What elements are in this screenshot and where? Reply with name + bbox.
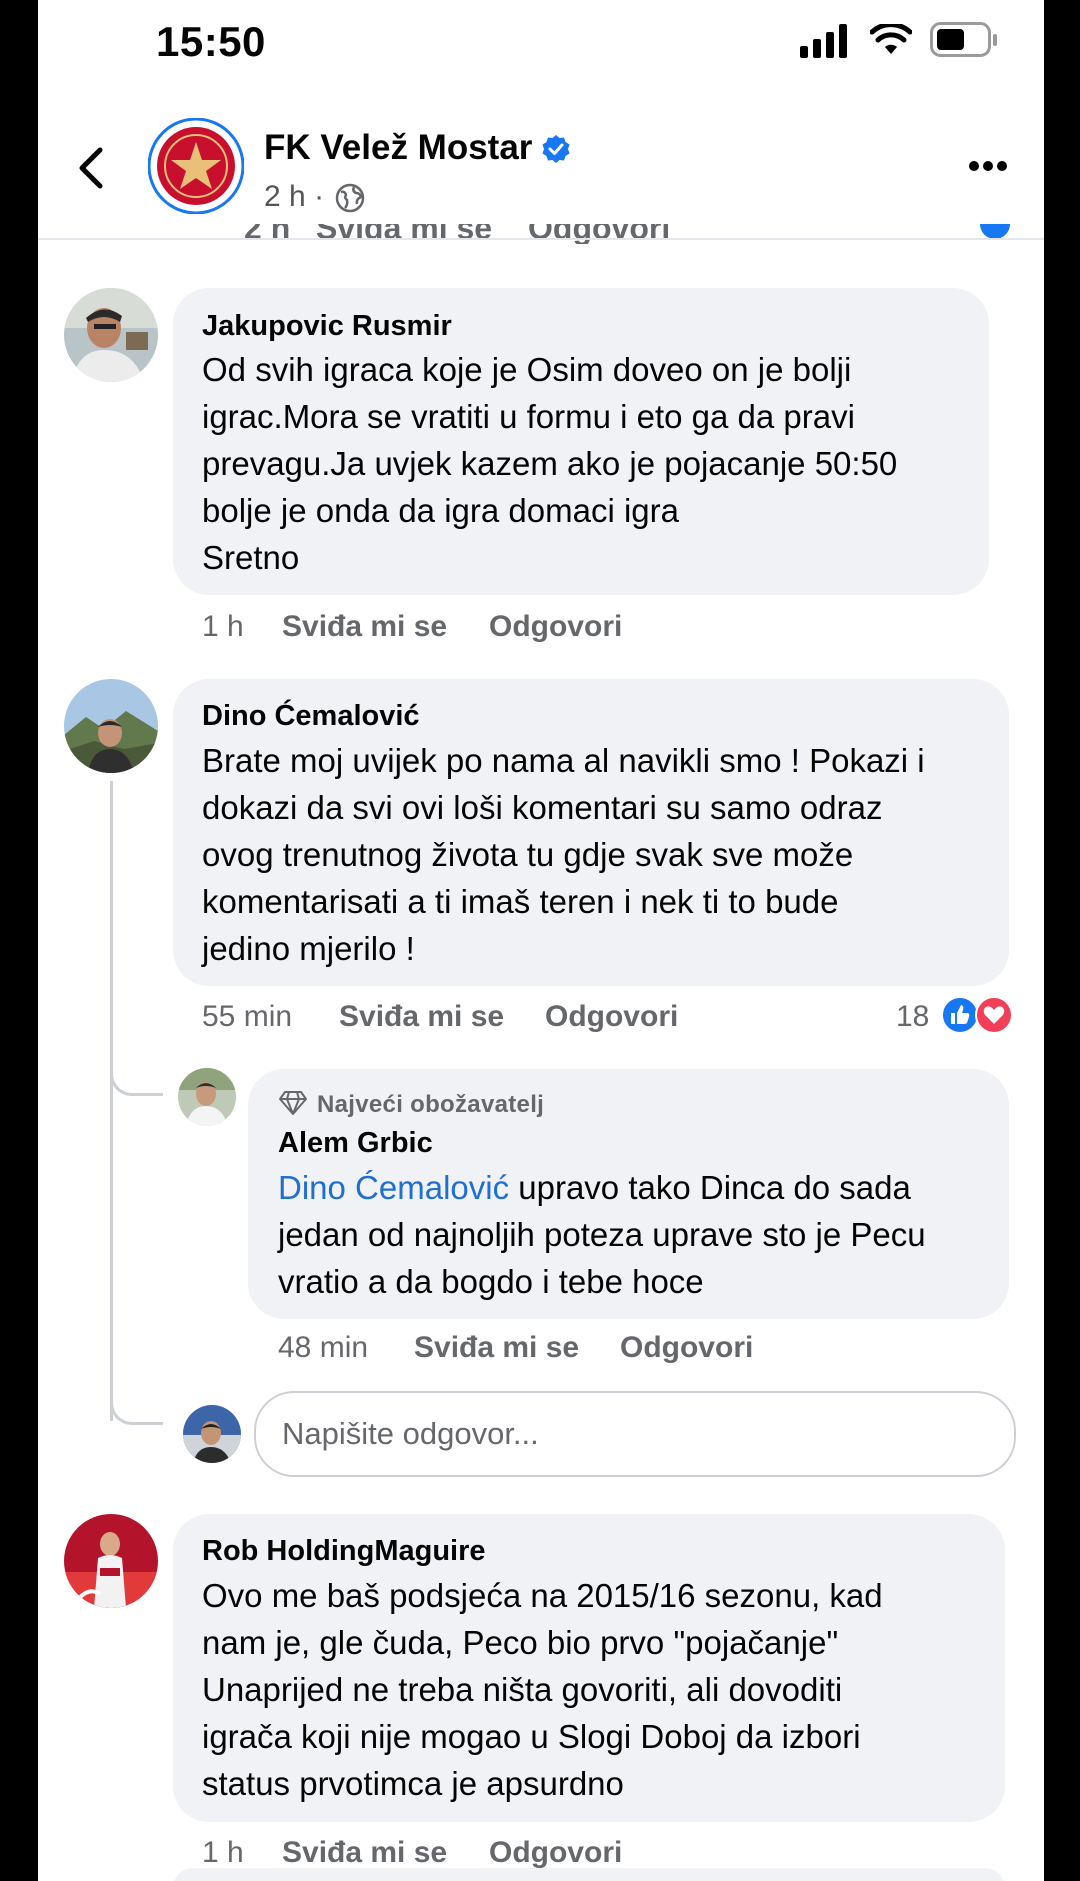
avatar[interactable]: [183, 1405, 241, 1463]
globe-icon: [335, 183, 365, 213]
facebook-comments-screen: 15:50 FK Velež Mostar 2 h · 2 h Sviđa mi…: [38, 0, 1044, 1881]
comment-text: Od svih igraca koje je Osim doveo on je …: [202, 351, 898, 576]
comment-author[interactable]: Rob HoldingMaguire: [202, 1535, 486, 1568]
love-reaction-icon[interactable]: [974, 995, 1014, 1035]
reply-button[interactable]: Odgovori: [489, 610, 622, 644]
reply-button[interactable]: Odgovori: [545, 1000, 678, 1034]
post-time: 2 h ·: [264, 180, 325, 213]
page-name[interactable]: FK Velež Mostar: [264, 128, 532, 168]
comment-author[interactable]: Dino Ćemalović: [202, 700, 420, 733]
thread-line: [110, 781, 113, 1421]
reaction-count[interactable]: 18: [896, 1000, 929, 1034]
like-button[interactable]: Sviđa mi se: [339, 1000, 504, 1034]
status-time: 15:50: [156, 18, 266, 65]
reply-time: 48 min: [278, 1331, 369, 1364]
diamond-icon: [279, 1091, 307, 1115]
verified-badge-icon: [542, 135, 570, 163]
battery-icon: [930, 22, 997, 57]
comment-text: Brate moj uvijek po nama al navikli smo …: [202, 742, 925, 967]
page-avatar[interactable]: [148, 118, 244, 214]
previous-comment-meta: 2 h Sviđa mi se Odgovori 3: [206, 224, 1006, 244]
like-button[interactable]: Sviđa mi se: [282, 1836, 447, 1870]
chevron-left-icon[interactable]: [76, 146, 106, 190]
comment-bubble: [173, 1868, 1005, 1881]
like-button[interactable]: Sviđa mi se: [414, 1331, 579, 1365]
reply-button[interactable]: Odgovori: [489, 1836, 622, 1870]
avatar[interactable]: [64, 679, 158, 773]
comment-time: 1 h: [202, 1836, 244, 1869]
reply-button[interactable]: Odgovori: [528, 224, 670, 244]
comment-time: 1 h: [202, 610, 244, 643]
avatar[interactable]: [64, 288, 158, 382]
top-fan-badge: Najveći obožavatelj: [317, 1091, 545, 1118]
thread-connector: [110, 1055, 163, 1096]
like-button[interactable]: Sviđa mi se: [316, 224, 492, 244]
comment-time: 55 min: [202, 1000, 293, 1033]
mention-link[interactable]: Dino Ćemalović: [278, 1169, 509, 1206]
reply-button[interactable]: Odgovori: [620, 1331, 753, 1365]
cellular-signal-icon: [800, 24, 847, 58]
like-button[interactable]: Sviđa mi se: [282, 610, 447, 644]
avatar[interactable]: [178, 1068, 236, 1126]
comment-author[interactable]: Jakupovic Rusmir: [202, 310, 452, 343]
header-divider: [38, 238, 1044, 240]
reply-text: Dino Ćemalović upravo tako Dinca do sada…: [278, 1169, 926, 1300]
reply-input-placeholder[interactable]: Napišite odgovor...: [282, 1416, 539, 1452]
reply-author[interactable]: Alem Grbic: [278, 1127, 433, 1160]
thread-connector: [110, 1384, 163, 1425]
wifi-icon: [870, 24, 912, 54]
more-dots-icon[interactable]: [968, 158, 1008, 174]
comment-text: Ovo me baš podsjeća na 2015/16 sezonu, k…: [202, 1577, 883, 1802]
avatar[interactable]: [64, 1514, 158, 1608]
